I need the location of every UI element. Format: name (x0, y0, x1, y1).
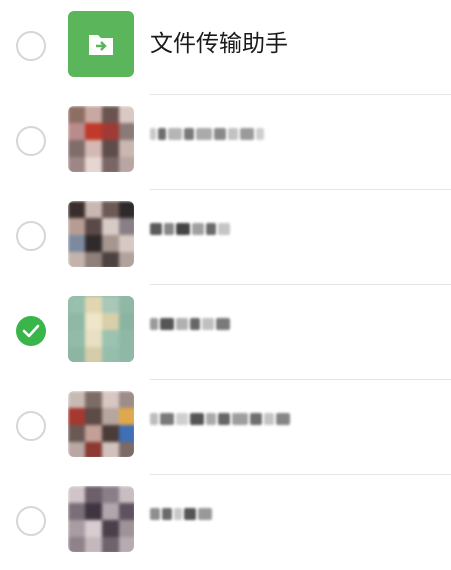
contact-row-file-transfer[interactable]: 文件传输助手 (0, 0, 451, 95)
pixelated-avatar-icon (68, 486, 134, 552)
avatar (68, 486, 134, 552)
pixelated-avatar-icon (68, 106, 134, 172)
avatar (68, 391, 134, 457)
pixelated-avatar-icon (68, 296, 134, 362)
contact-row[interactable] (0, 95, 451, 190)
pixelated-avatar-icon (68, 391, 134, 457)
obscured-contact-name (150, 505, 214, 529)
obscured-contact-name (150, 125, 266, 149)
radio-unchecked-icon[interactable] (16, 126, 46, 156)
pixelated-avatar-icon (68, 201, 134, 267)
contact-name: 文件传输助手 (150, 30, 288, 56)
obscured-contact-name (150, 410, 292, 434)
contact-row[interactable] (0, 475, 451, 570)
obscured-contact-name (150, 220, 232, 244)
contact-list: 文件传输助手 (0, 0, 451, 570)
radio-unchecked-icon[interactable] (16, 221, 46, 251)
avatar (68, 201, 134, 267)
radio-unchecked-icon[interactable] (16, 411, 46, 441)
contact-row-selected[interactable] (0, 285, 451, 380)
avatar (68, 296, 134, 362)
file-transfer-icon (68, 11, 134, 77)
contact-row[interactable] (0, 190, 451, 285)
contact-row[interactable] (0, 380, 451, 475)
radio-checked-icon[interactable] (16, 316, 46, 346)
avatar (68, 106, 134, 172)
obscured-contact-name (150, 315, 232, 339)
radio-unchecked-icon[interactable] (16, 31, 46, 61)
radio-unchecked-icon[interactable] (16, 506, 46, 536)
